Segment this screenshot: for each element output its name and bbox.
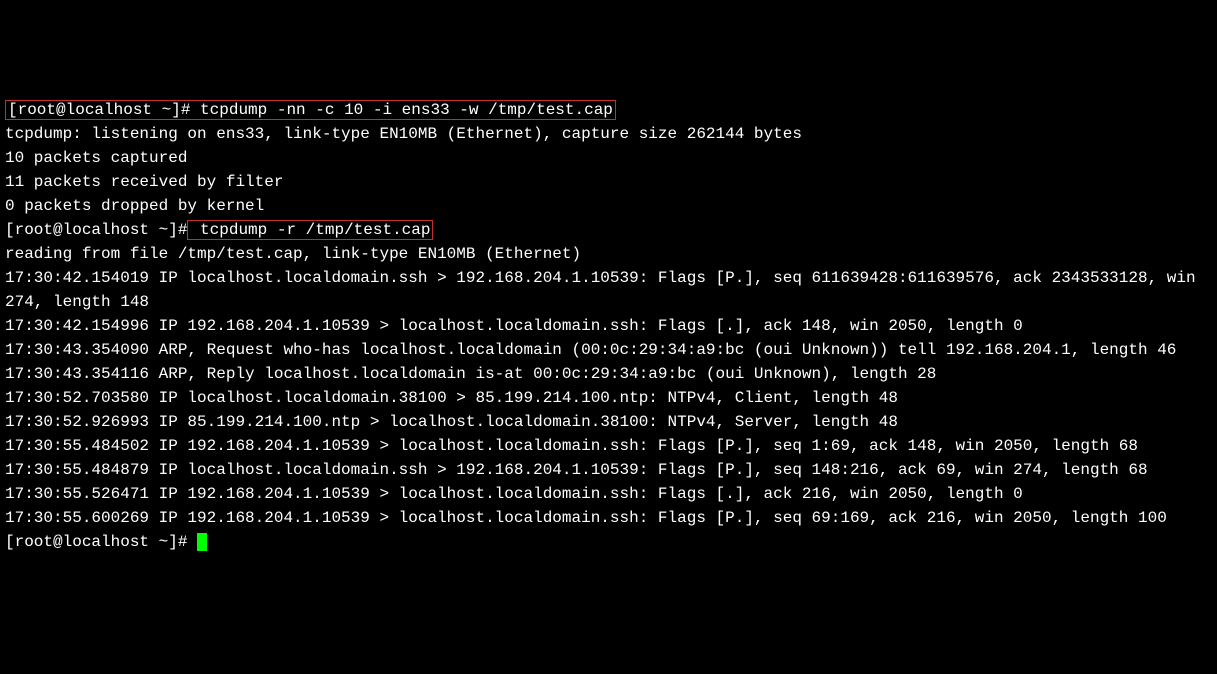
output-line: 17:30:43.354116 ARP, Reply localhost.loc…: [5, 362, 1212, 386]
output-line: reading from file /tmp/test.cap, link-ty…: [5, 242, 1212, 266]
output-line: 0 packets dropped by kernel: [5, 194, 1212, 218]
output-line: 17:30:52.703580 IP localhost.localdomain…: [5, 386, 1212, 410]
terminal[interactable]: [root@localhost ~]# tcpdump -nn -c 10 -i…: [5, 98, 1212, 554]
prompt-line-1: [root@localhost ~]# tcpdump -nn -c 10 -i…: [5, 98, 1212, 122]
prompt-cmd-box-1: [root@localhost ~]# tcpdump -nn -c 10 -i…: [5, 100, 616, 120]
prompt-1: [root@localhost ~]#: [8, 101, 190, 119]
command-2: tcpdump -r /tmp/test.cap: [190, 221, 430, 239]
command-1: tcpdump -nn -c 10 -i ens33 -w /tmp/test.…: [190, 101, 612, 119]
output-line: 17:30:55.484502 IP 192.168.204.1.10539 >…: [5, 434, 1212, 458]
output-line: 17:30:55.600269 IP 192.168.204.1.10539 >…: [5, 506, 1212, 530]
prompt-line-2: [root@localhost ~]# tcpdump -r /tmp/test…: [5, 218, 1212, 242]
cursor: [197, 533, 207, 551]
output-line: 11 packets received by filter: [5, 170, 1212, 194]
output-line: 17:30:42.154019 IP localhost.localdomain…: [5, 266, 1212, 314]
prompt-line-3: [root@localhost ~]#: [5, 530, 1212, 554]
output-line: 10 packets captured: [5, 146, 1212, 170]
output-line: 17:30:43.354090 ARP, Request who-has loc…: [5, 338, 1212, 362]
prompt-3: [root@localhost ~]#: [5, 533, 197, 551]
output-line: 17:30:42.154996 IP 192.168.204.1.10539 >…: [5, 314, 1212, 338]
prompt-2: [root@localhost ~]#: [5, 221, 187, 239]
output-line: 17:30:55.484879 IP localhost.localdomain…: [5, 458, 1212, 482]
output-line: 17:30:52.926993 IP 85.199.214.100.ntp > …: [5, 410, 1212, 434]
output-line: 17:30:55.526471 IP 192.168.204.1.10539 >…: [5, 482, 1212, 506]
output-line: tcpdump: listening on ens33, link-type E…: [5, 122, 1212, 146]
cmd-box-2: tcpdump -r /tmp/test.cap: [187, 220, 433, 240]
